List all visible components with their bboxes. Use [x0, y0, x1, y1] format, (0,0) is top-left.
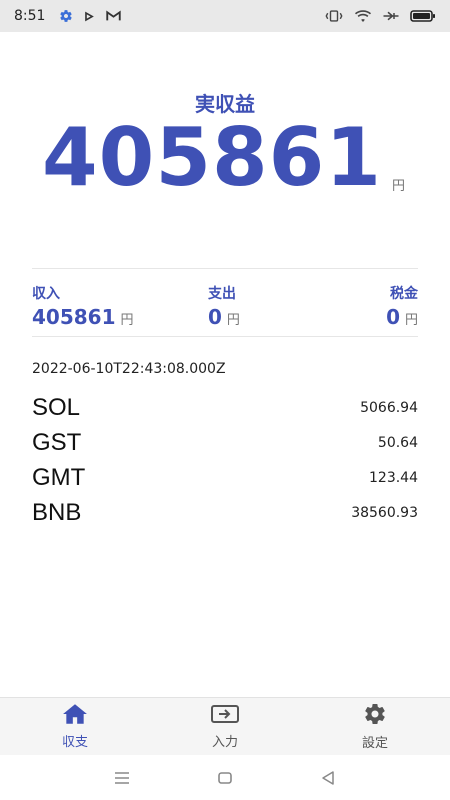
list-item: SOL 5066.94 [32, 390, 418, 425]
menu-icon[interactable] [102, 763, 142, 793]
status-time: 8:51 [14, 8, 46, 24]
holding-symbol: GMT [32, 463, 86, 491]
income-label: 収入 [32, 286, 60, 302]
list-item: GST 50.64 [32, 425, 418, 460]
holding-amount: 50.64 [377, 434, 418, 451]
expense-summary: 支出 0 円 [208, 283, 240, 329]
gmail-icon [106, 10, 122, 22]
nav-label-input: 入力 [211, 735, 238, 750]
holdings-list: SOL 5066.94 GST 50.64 GMT 123.44 BNB 385… [32, 390, 418, 530]
list-item: GMT 123.44 [32, 460, 418, 495]
net-income-unit: 円 [392, 179, 406, 194]
holding-amount: 123.44 [369, 469, 418, 486]
home-icon [62, 703, 88, 729]
bottom-nav: 収支 入力 設定 [0, 697, 450, 755]
list-item: BNB 38560.93 [32, 495, 418, 530]
status-left-icons [59, 9, 122, 23]
expense-label: 支出 [208, 286, 236, 302]
expense-unit: 円 [226, 313, 240, 328]
holding-amount: 38560.93 [351, 504, 418, 521]
nav-label-balance: 収支 [61, 735, 88, 750]
income-unit: 円 [120, 313, 134, 328]
gear-icon [59, 9, 73, 23]
divider-bottom [32, 336, 418, 337]
tax-summary: 税金 0 円 [386, 283, 418, 329]
holding-amount: 5066.94 [360, 399, 418, 416]
nav-label-settings: 設定 [361, 736, 388, 751]
play-store-icon [83, 10, 96, 23]
nav-item-settings[interactable]: 設定 [300, 698, 450, 755]
back-triangle-icon[interactable] [308, 763, 348, 793]
home-square-icon[interactable] [205, 763, 245, 793]
input-icon [210, 703, 240, 729]
holding-symbol: GST [32, 428, 82, 456]
tax-value: 0 [386, 305, 400, 329]
status-bar: 8:51 [0, 0, 450, 32]
bluetooth-icon [382, 9, 400, 23]
updated-timestamp: 2022-06-10T22:43:08.000Z [32, 361, 226, 377]
summary-row: 収入 405861 円 支出 0 円 税金 0 円 [32, 283, 418, 329]
divider-top [32, 268, 418, 269]
gear-icon [363, 702, 387, 730]
vibrate-icon [324, 9, 344, 23]
expense-value: 0 [208, 305, 222, 329]
net-income-value: 405861 [42, 111, 382, 204]
wifi-icon [354, 9, 372, 23]
nav-item-input[interactable]: 入力 [150, 698, 300, 755]
income-value: 405861 [32, 305, 116, 329]
holding-symbol: SOL [32, 393, 81, 421]
system-nav-bar [0, 755, 450, 800]
nav-item-balance[interactable]: 収支 [0, 698, 150, 755]
income-summary: 収入 405861 円 [32, 283, 134, 329]
tax-label: 税金 [390, 286, 418, 302]
status-right-icons [324, 9, 436, 23]
holding-symbol: BNB [32, 498, 82, 526]
tax-unit: 円 [404, 313, 418, 328]
battery-icon [410, 9, 436, 23]
